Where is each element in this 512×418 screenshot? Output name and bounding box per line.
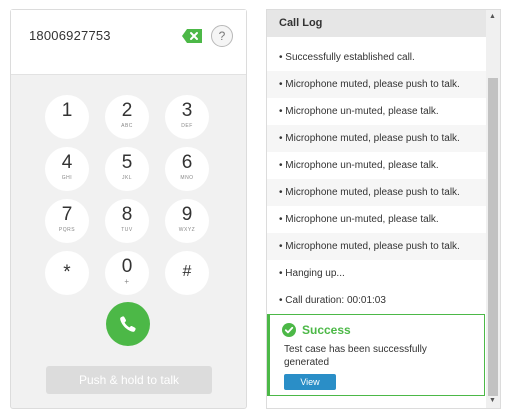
key-letters: +	[124, 277, 130, 286]
call-log-title: Call Log	[267, 10, 486, 37]
key-8[interactable]: 8 TUV	[105, 199, 149, 243]
key-digit: 8	[121, 204, 133, 225]
key-letters: JKL	[121, 175, 133, 181]
key-3[interactable]: 3 DEF	[165, 95, 209, 139]
toast-title: Success	[302, 323, 351, 337]
key-digit: 9	[181, 204, 193, 225]
key-letters: WXYZ	[178, 227, 196, 233]
log-entry: • Microphone muted, please push to talk.	[267, 179, 486, 206]
help-button[interactable]: ?	[211, 25, 233, 47]
phone-icon	[120, 316, 136, 332]
key-letters: ABC	[121, 123, 133, 129]
key-5[interactable]: 5 JKL	[105, 147, 149, 191]
key-letters: DEF	[181, 123, 193, 129]
key-hash[interactable]: #	[165, 251, 209, 295]
key-digit: 7	[61, 204, 73, 225]
key-0[interactable]: 0 +	[105, 251, 149, 295]
key-letters: TUV	[121, 227, 133, 233]
log-entry: • Microphone muted, please push to talk.	[267, 71, 486, 98]
key-digit: *	[63, 262, 71, 283]
key-6[interactable]: 6 MNO	[165, 147, 209, 191]
log-entry: • Microphone un-muted, please talk.	[279, 214, 439, 225]
backspace-icon[interactable]	[181, 28, 203, 44]
log-entry: • Hanging up...	[279, 268, 345, 279]
log-entry: • Microphone muted, please push to talk.	[267, 233, 486, 260]
key-digit: 3	[181, 100, 193, 121]
key-digit: 1	[61, 100, 73, 121]
scroll-up-arrow-icon[interactable]: ▲	[489, 13, 496, 21]
log-entry: • Microphone muted, please push to talk.	[267, 125, 486, 152]
log-entry: • Successfully established call.	[279, 52, 415, 63]
key-letters: GHI	[61, 175, 73, 181]
key-digit: #	[182, 263, 192, 280]
key-letters: MNO	[180, 175, 194, 181]
log-entry: • Microphone un-muted, please talk.	[279, 160, 439, 171]
key-letters: PQRS	[58, 227, 76, 233]
call-log-panel: Call Log • Successfully established call…	[266, 9, 501, 409]
key-digit: 5	[121, 152, 133, 173]
check-circle-icon	[282, 323, 296, 342]
dialed-number: 18006927753	[29, 28, 111, 43]
key-digit: 0	[121, 256, 133, 277]
toast-message: Test case has been successfully generate…	[284, 344, 427, 368]
key-digit: 2	[121, 100, 133, 121]
push-to-talk-button[interactable]: Push & hold to talk	[46, 366, 212, 394]
call-log-list: • Successfully established call. • Micro…	[267, 44, 486, 314]
log-entry: • Microphone un-muted, please talk.	[279, 106, 439, 117]
log-entry: • Call duration: 00:01:03	[279, 295, 386, 306]
scroll-down-arrow-icon[interactable]: ▼	[489, 397, 496, 405]
key-4[interactable]: 4 GHI	[45, 147, 89, 191]
call-button[interactable]	[106, 302, 150, 346]
dial-display: 18006927753 ?	[11, 10, 246, 75]
key-1[interactable]: 1	[45, 95, 89, 139]
key-2[interactable]: 2 ABC	[105, 95, 149, 139]
view-button[interactable]: View	[284, 374, 336, 390]
key-7[interactable]: 7 PQRS	[45, 199, 89, 243]
key-star[interactable]: *	[45, 251, 89, 295]
key-digit: 4	[61, 152, 73, 173]
key-digit: 6	[181, 152, 193, 173]
dialer-panel: 18006927753 ? 1 2 ABC 3 DEF 4 GHI 5 JKL …	[10, 9, 247, 409]
success-toast: Success Test case has been successfully …	[267, 314, 485, 396]
key-9[interactable]: 9 WXYZ	[165, 199, 209, 243]
scroll-thumb[interactable]	[488, 78, 498, 396]
call-log-scrollbar[interactable]: ▲ ▼	[486, 10, 500, 408]
